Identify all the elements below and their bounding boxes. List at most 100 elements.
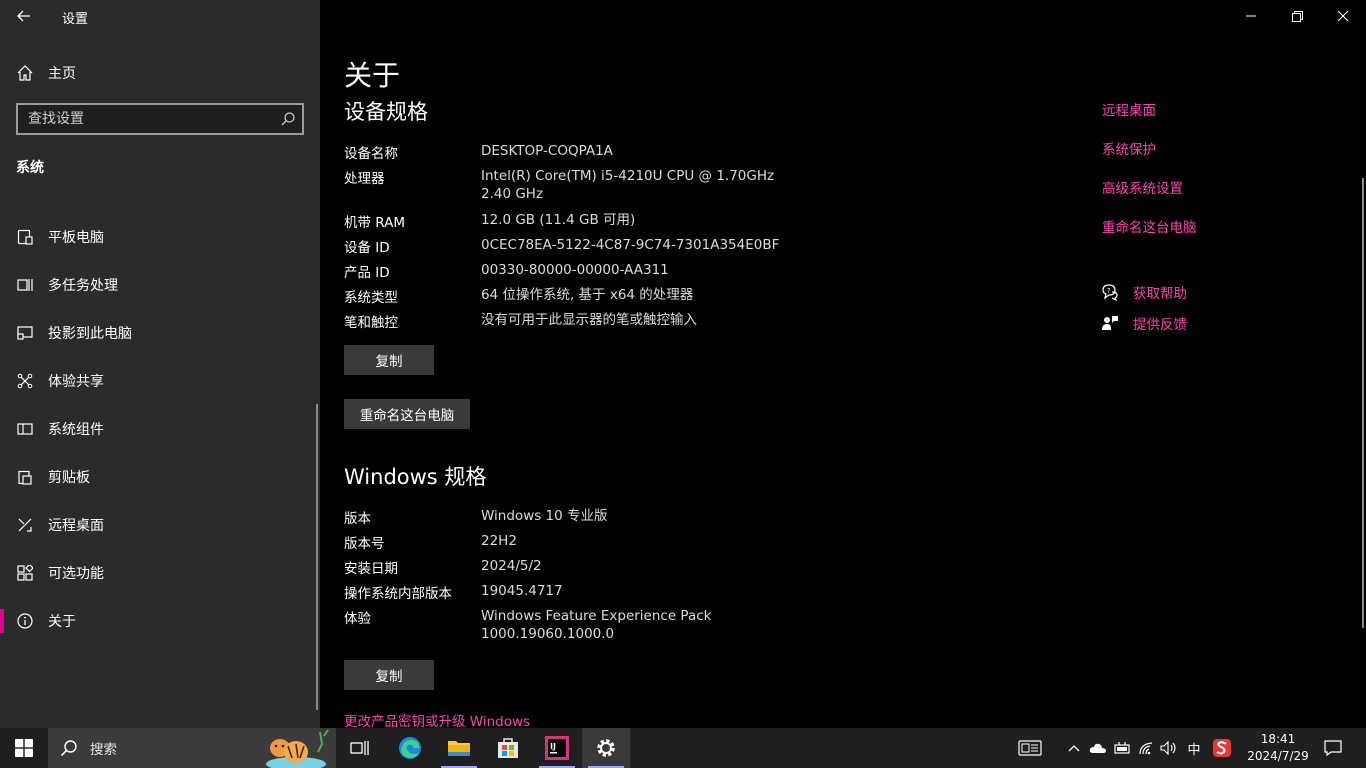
window-title: 设置 bbox=[62, 12, 89, 27]
home-label: 主页 bbox=[48, 66, 76, 82]
spec-key: 操作系统内部版本 bbox=[344, 586, 452, 602]
sidebar-item-about[interactable]: 关于 bbox=[0, 597, 320, 645]
spec-key: 版本号 bbox=[344, 536, 385, 552]
spec-value: Windows Feature Experience Pack 1000.190… bbox=[481, 608, 712, 642]
spec-value: 12.0 GB (11.4 GB 可用) bbox=[481, 212, 636, 228]
svg-text:IJ: IJ bbox=[550, 742, 556, 751]
back-button[interactable] bbox=[12, 6, 36, 26]
optional-features-icon bbox=[16, 564, 34, 582]
volume-tray-icon[interactable] bbox=[1158, 728, 1180, 768]
search-highlight-tiger-image bbox=[266, 729, 329, 768]
battery-plug-icon bbox=[1114, 742, 1130, 754]
spec-row-processor: 处理器 Intel(R) Core(TM) i5-4210U CPU @ 1.7… bbox=[344, 167, 791, 203]
copy-windows-specs-button[interactable]: 复制 bbox=[344, 660, 434, 690]
spec-key: 设备 ID bbox=[344, 240, 390, 256]
news-widget-button[interactable] bbox=[1014, 728, 1046, 768]
sidebar-nav: 平板电脑 多任务处理 投影到此电脑 体验共享 系统组件 剪贴板 远程桌面 可选功… bbox=[0, 213, 320, 645]
related-link-remote-desktop[interactable]: 远程桌面 bbox=[1102, 99, 1156, 119]
sidebar-scrollbar[interactable] bbox=[316, 404, 318, 710]
settings-app[interactable] bbox=[582, 728, 630, 768]
spec-key: 产品 ID bbox=[344, 265, 390, 281]
spec-key: 安装日期 bbox=[344, 561, 398, 577]
sidebar-item-label: 平板电脑 bbox=[48, 230, 104, 246]
minimize-icon bbox=[1246, 15, 1256, 17]
feedback-icon bbox=[1102, 316, 1118, 330]
copy-device-specs-button[interactable]: 复制 bbox=[344, 345, 434, 375]
windows-specs-heading: Windows 规格 bbox=[344, 465, 487, 489]
search-icon bbox=[60, 740, 77, 757]
system-components-icon bbox=[16, 420, 34, 438]
sidebar-item-optional-features[interactable]: 可选功能 bbox=[0, 549, 320, 597]
rename-pc-button[interactable]: 重命名这台电脑 bbox=[344, 399, 470, 429]
spec-row-product-id: 产品 ID 00330-80000-00000-AA311 bbox=[344, 261, 791, 281]
settings-search-box[interactable] bbox=[16, 103, 304, 135]
sidebar-item-remote-desktop[interactable]: 远程桌面 bbox=[0, 501, 320, 549]
sidebar-item-label: 系统组件 bbox=[48, 422, 104, 438]
onedrive-tray-icon[interactable] bbox=[1088, 728, 1108, 768]
sidebar-item-label: 体验共享 bbox=[48, 374, 104, 390]
minimize-button[interactable] bbox=[1228, 0, 1274, 32]
restore-button[interactable] bbox=[1274, 0, 1320, 32]
sidebar-item-clipboard[interactable]: 剪贴板 bbox=[0, 453, 320, 501]
give-feedback-link[interactable]: 提供反馈 bbox=[1101, 313, 1187, 333]
search-input[interactable] bbox=[28, 111, 268, 127]
home-nav-item[interactable]: 主页 bbox=[16, 62, 76, 84]
spec-value: 2024/5/2 bbox=[481, 558, 542, 574]
related-link-system-protection[interactable]: 系统保护 bbox=[1102, 138, 1156, 158]
sidebar-item-label: 剪贴板 bbox=[48, 470, 90, 486]
related-link-rename-pc[interactable]: 重命名这台电脑 bbox=[1102, 216, 1197, 236]
sidebar-item-projection[interactable]: 投影到此电脑 bbox=[0, 309, 320, 357]
edge-app[interactable] bbox=[386, 728, 434, 768]
spec-row-version: 版本号 22H2 bbox=[344, 532, 791, 552]
windows-logo-icon bbox=[15, 739, 33, 757]
spec-key: 笔和触控 bbox=[344, 315, 398, 331]
sidebar-item-label: 远程桌面 bbox=[48, 518, 104, 534]
taskbar-search-box[interactable]: 搜索 bbox=[48, 728, 336, 768]
sidebar-item-tablet[interactable]: 平板电脑 bbox=[0, 213, 320, 261]
spec-row-os-build: 操作系统内部版本 19045.4717 bbox=[344, 582, 791, 602]
sidebar-item-system-components[interactable]: 系统组件 bbox=[0, 405, 320, 453]
taskbar: 搜索 IJ 中 18:41 2024/7/29 bbox=[0, 728, 1366, 768]
clipboard-icon bbox=[16, 468, 34, 486]
spec-value: 没有可用于此显示器的笔或触控输入 bbox=[481, 312, 697, 328]
task-view-button[interactable] bbox=[336, 728, 384, 768]
show-hidden-icons-button[interactable] bbox=[1064, 728, 1084, 768]
related-link-advanced-system-settings[interactable]: 高级系统设置 bbox=[1102, 177, 1183, 197]
settings-sidebar: 设置 主页 系统 平板电脑 多任务处理 投影到此电脑 体验共享 系统组件 bbox=[0, 0, 320, 728]
action-center-button[interactable] bbox=[1318, 728, 1348, 768]
change-product-key-link[interactable]: 更改产品密钥或升级 Windows bbox=[344, 710, 530, 730]
spec-value: 19045.4717 bbox=[481, 583, 563, 599]
spec-value: Windows 10 专业版 bbox=[481, 508, 608, 524]
spec-row-system-type: 系统类型 64 位操作系统, 基于 x64 的处理器 bbox=[344, 286, 791, 306]
intellij-app[interactable]: IJ bbox=[533, 728, 581, 768]
taskbar-clock[interactable]: 18:41 2024/7/29 bbox=[1240, 731, 1316, 765]
info-icon bbox=[16, 612, 34, 630]
start-button[interactable] bbox=[0, 728, 48, 768]
spec-key: 机带 RAM bbox=[344, 215, 406, 231]
sidebar-item-multitasking[interactable]: 多任务处理 bbox=[0, 261, 320, 309]
main-scrollbar[interactable] bbox=[1362, 178, 1364, 628]
shared-experiences-icon bbox=[16, 372, 34, 390]
close-icon bbox=[1337, 10, 1349, 22]
taskbar-search-label: 搜索 bbox=[90, 742, 117, 758]
clock-date: 2024/7/29 bbox=[1247, 749, 1309, 763]
spec-row-installed-on: 安装日期 2024/5/2 bbox=[344, 557, 791, 577]
input-method-indicator[interactable]: 中 bbox=[1184, 728, 1204, 768]
get-help-link[interactable]: ? 获取帮助 bbox=[1101, 282, 1187, 302]
network-tray-icon[interactable] bbox=[1136, 728, 1156, 768]
projection-icon bbox=[16, 324, 34, 342]
spec-value: 00330-80000-00000-AA311 bbox=[481, 262, 669, 278]
search-icon[interactable] bbox=[280, 111, 296, 131]
file-explorer-app[interactable] bbox=[435, 728, 483, 768]
tablet-icon bbox=[16, 228, 34, 246]
store-app[interactable] bbox=[484, 728, 532, 768]
chevron-up-icon bbox=[1068, 745, 1080, 752]
sidebar-item-shared-experiences[interactable]: 体验共享 bbox=[0, 357, 320, 405]
sogou-ime-icon[interactable] bbox=[1210, 728, 1234, 768]
sidebar-item-label: 多任务处理 bbox=[48, 278, 118, 294]
task-view-icon bbox=[350, 741, 369, 755]
spec-key: 设备名称 bbox=[344, 146, 398, 162]
power-tray-icon[interactable] bbox=[1112, 728, 1132, 768]
home-icon bbox=[17, 65, 33, 81]
close-button[interactable] bbox=[1320, 0, 1366, 32]
